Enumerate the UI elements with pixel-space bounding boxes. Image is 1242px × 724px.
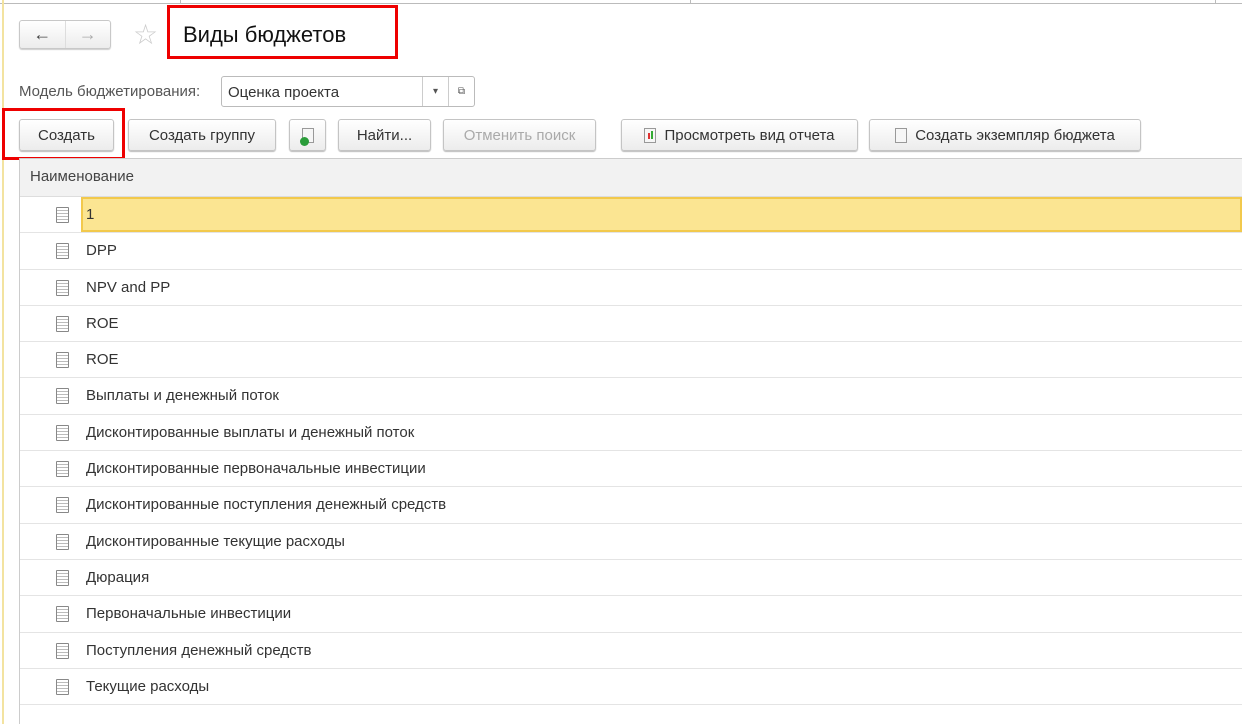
budget-model-value[interactable]: Оценка проекта (222, 77, 422, 106)
catalog-item-icon (56, 243, 69, 260)
row-name: Дисконтированные выплаты и денежный пото… (86, 423, 415, 441)
row-name: NPV and PP (86, 278, 171, 296)
catalog-item-icon (56, 606, 69, 623)
cancel-search-button[interactable]: Отменить поиск (443, 119, 596, 151)
row-name: Выплаты и денежный поток (86, 387, 279, 405)
create-instance-button[interactable]: Создать экземпляр бюджета (869, 119, 1141, 151)
row-name: Первоначальные инвестиции (86, 605, 292, 623)
catalog-item-icon (56, 207, 69, 223)
row-name: Дисконтированные первоначальные инвестиц… (86, 460, 426, 478)
row-name: Поступления денежный средств (86, 641, 312, 659)
document-icon (895, 127, 908, 143)
row-name: Текущие расходы (86, 677, 210, 695)
catalog-item-icon (56, 388, 69, 405)
budget-model-field[interactable]: Оценка проекта ▾ ⧉ (221, 76, 475, 107)
favorite-star-icon[interactable]: ☆ (133, 18, 158, 51)
catalog-item-icon (56, 279, 69, 296)
table-row[interactable]: Дисконтированные поступления денежный ср… (20, 487, 1242, 524)
back-button[interactable]: ← (20, 21, 66, 48)
table-row[interactable]: Текущие расходы (20, 669, 1242, 706)
find-label: Найти... (356, 126, 413, 144)
budget-types-table: Наименование 1 DPP NPV and PP ROE ROE Выплаты… (19, 158, 1242, 724)
catalog-item-icon (56, 569, 69, 586)
row-name: ROE (86, 314, 119, 332)
chevron-down-icon[interactable]: ▾ (422, 77, 448, 106)
column-header-name[interactable]: Наименование (20, 159, 1242, 197)
row-name: Дисконтированные текущие расходы (86, 532, 345, 550)
catalog-item-icon (56, 352, 69, 369)
table-row[interactable]: Дисконтированные выплаты и денежный пото… (20, 415, 1242, 452)
top-border (0, 0, 1242, 4)
create-group-label: Создать группу (148, 126, 256, 144)
copy-button[interactable] (289, 119, 326, 151)
create-instance-label: Создать экземпляр бюджета (915, 126, 1115, 144)
create-highlight (2, 108, 125, 160)
table-row[interactable]: Выплаты и денежный поток (20, 378, 1242, 415)
table-row[interactable]: ROE (20, 306, 1242, 343)
row-name: 1 (81, 197, 1242, 233)
table-row[interactable]: DPP (20, 233, 1242, 270)
catalog-item-icon (56, 315, 69, 332)
table-row[interactable]: Дисконтированные текущие расходы (20, 524, 1242, 560)
create-group-button[interactable]: Создать группу (128, 119, 276, 151)
budget-model-label: Модель бюджетирования: (19, 83, 201, 100)
row-name: Дюрация (86, 568, 150, 586)
table-row[interactable]: NPV and PP (20, 270, 1242, 306)
table-row[interactable]: ROE (20, 342, 1242, 379)
report-icon (644, 127, 657, 143)
table-row[interactable]: Дисконтированные первоначальные инвестиц… (20, 451, 1242, 488)
table-row[interactable]: Дюрация (20, 560, 1242, 597)
find-button[interactable]: Найти... (338, 119, 431, 151)
row-name: DPP (86, 242, 117, 260)
open-icon[interactable]: ⧉ (448, 77, 474, 106)
page-title: Виды бюджетов (183, 22, 347, 47)
catalog-item-icon (56, 678, 69, 695)
table-row[interactable]: Поступления денежный средств (20, 633, 1242, 669)
cancel-search-label: Отменить поиск (463, 126, 576, 144)
view-report-label: Просмотреть вид отчета (664, 126, 835, 144)
nav-buttons: ← → (19, 20, 111, 49)
table-row[interactable]: 1 (20, 197, 1242, 234)
catalog-item-icon (56, 424, 69, 441)
add-document-icon (299, 127, 314, 146)
table-row[interactable]: Первоначальные инвестиции (20, 596, 1242, 633)
row-name: Дисконтированные поступления денежный ср… (86, 496, 447, 514)
catalog-item-icon (56, 497, 69, 514)
catalog-item-icon (56, 642, 69, 659)
forward-button[interactable]: → (66, 21, 111, 48)
row-name: ROE (86, 351, 119, 369)
catalog-item-icon (56, 461, 69, 478)
catalog-item-icon (56, 533, 69, 550)
view-report-button[interactable]: Просмотреть вид отчета (621, 119, 858, 151)
